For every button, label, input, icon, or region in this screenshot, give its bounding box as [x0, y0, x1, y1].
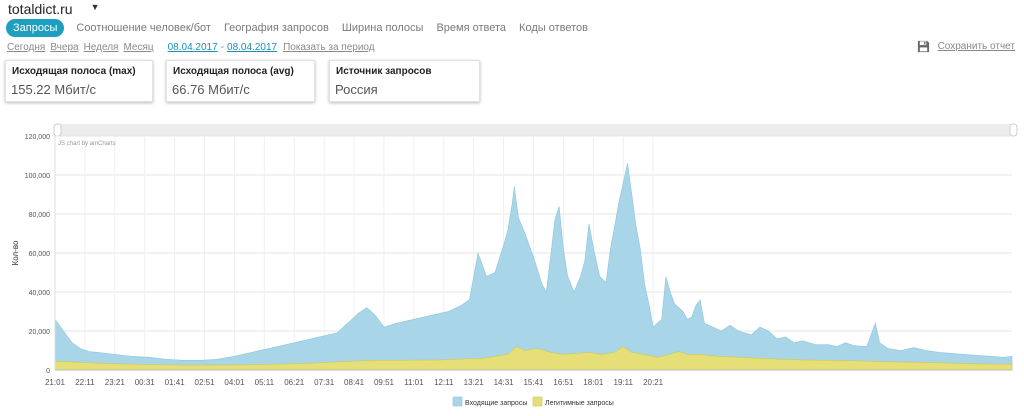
date-range: 08.04.2017 - 08.04.2017 Показать за пери… [168, 42, 375, 53]
card-title: Исходящая полоса (max) [12, 66, 136, 77]
metric-card-bandwidth-avg: Исходящая полоса (avg) 66.76 Мбит/с [166, 60, 315, 102]
tab-response-time[interactable]: Время ответа [436, 22, 506, 34]
date-from-link[interactable]: 08.04.2017 [168, 42, 218, 53]
x-tick-label: 18:01 [583, 378, 604, 387]
card-title: Исходящая полоса (avg) [173, 66, 294, 77]
x-tick-label: 21:01 [45, 378, 66, 387]
y-tick-label: 80,000 [29, 212, 51, 219]
tab-geography[interactable]: География запросов [224, 22, 329, 34]
site-selector[interactable]: totaldict.ru ▼ [8, 1, 100, 17]
card-title: Источник запросов [336, 66, 432, 77]
y-tick-label: 0 [46, 368, 50, 375]
scrollbar-left-handle[interactable] [53, 123, 62, 137]
y-tick-label: 120,000 [25, 134, 50, 141]
floppy-disk-icon [917, 40, 929, 53]
card-value: Россия [335, 82, 378, 97]
x-tick-label: 14:31 [494, 378, 515, 387]
card-value: 155.22 Мбит/с [11, 82, 96, 97]
period-week-link[interactable]: Неделя [84, 42, 119, 53]
period-yesterday-link[interactable]: Вчера [50, 42, 78, 53]
requests-chart: 21:01 22:11 23:21 00:31 01:41 02:51 04:01 05:11… [11, 123, 1018, 407]
x-tick-label: 00:31 [135, 378, 156, 387]
site-name: totaldict.ru [8, 1, 73, 17]
x-tick-label: 16:51 [553, 378, 574, 387]
legend-legit-label[interactable]: Легитимные запросы [545, 400, 614, 407]
x-tick-label: 05:11 [255, 378, 275, 387]
period-month-link[interactable]: Месяц [123, 42, 153, 53]
chart-watermark: JS chart by amCharts [58, 141, 116, 147]
x-tick-label: 09:51 [374, 378, 395, 387]
y-tick-label: 20,000 [29, 329, 51, 336]
chevron-down-icon: ▼ [90, 2, 100, 12]
save-report-label: Сохранить отчет [937, 41, 1015, 52]
y-tick-label: 40,000 [29, 290, 51, 297]
x-tick-label: 08:41 [344, 378, 365, 387]
y-tick-label: 100,000 [25, 173, 50, 180]
date-to-link[interactable]: 08.04.2017 [227, 42, 277, 53]
x-tick-label: 19:11 [614, 378, 634, 387]
scrollbar-right-handle[interactable] [1009, 123, 1018, 137]
legend-legit-swatch[interactable] [532, 396, 543, 407]
x-tick-label: 02:51 [195, 378, 216, 387]
date-separator: - [220, 42, 225, 53]
tab-bandwidth[interactable]: Ширина полосы [342, 22, 424, 34]
legend-incoming-label[interactable]: Входящие запросы [465, 400, 527, 407]
x-tick-label: 23:21 [105, 378, 126, 387]
x-tick-label: 01:41 [165, 378, 186, 387]
x-tick-label: 04:01 [224, 378, 245, 387]
x-tick-label: 20:21 [643, 378, 664, 387]
y-axis-label: Кол-во [11, 240, 20, 265]
tab-human-bot-ratio[interactable]: Соотношение человек/бот [76, 22, 211, 34]
x-tick-label: 13:21 [464, 378, 485, 387]
show-period-link[interactable]: Показать за период [283, 42, 375, 53]
x-tick-label: 07:31 [314, 378, 335, 387]
x-tick-label: 11:01 [404, 378, 424, 387]
x-tick-label: 22:11 [75, 378, 95, 387]
period-selector: Сегодня Вчера Неделя Месяц 08.04.2017 - … [7, 42, 375, 53]
metric-card-bandwidth-max: Исходящая полоса (max) 155.22 Мбит/с [5, 60, 153, 102]
tab-response-codes[interactable]: Коды ответов [519, 22, 588, 34]
save-report-button[interactable]: Сохранить отчет [917, 40, 1015, 53]
x-tick-label: 06:21 [284, 378, 305, 387]
chart-scrollbar[interactable] [55, 124, 1016, 136]
card-value: 66.76 Мбит/с [172, 82, 250, 97]
report-tabs: Запросы Соотношение человек/бот Географи… [6, 18, 601, 38]
x-tick-label: 12:11 [434, 378, 454, 387]
metric-card-source: Источник запросов Россия [329, 60, 480, 102]
period-today-link[interactable]: Сегодня [7, 42, 45, 53]
tab-requests[interactable]: Запросы [6, 19, 65, 37]
y-tick-label: 60,000 [29, 251, 51, 258]
legend-incoming-swatch[interactable] [452, 396, 463, 407]
x-tick-label: 15:41 [523, 378, 544, 387]
